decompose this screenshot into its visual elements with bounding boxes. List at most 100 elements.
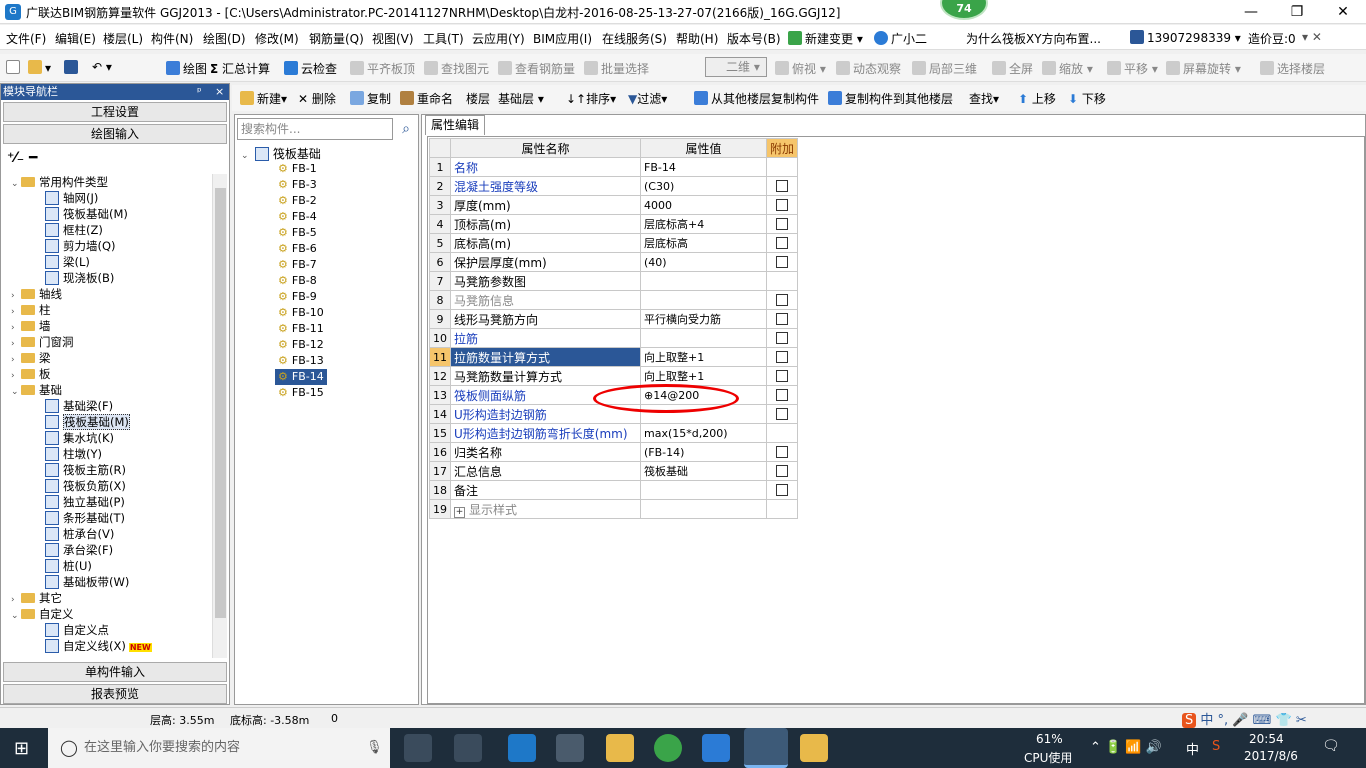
- menu-help[interactable]: 帮助(H): [676, 30, 718, 47]
- property-name[interactable]: 马凳筋参数图: [450, 271, 641, 291]
- menu-component[interactable]: 构件(N): [151, 30, 193, 47]
- report-preview-button[interactable]: 报表预览: [3, 684, 227, 704]
- windows-start-icon[interactable]: ⊞: [14, 738, 29, 759]
- extra-checkbox[interactable]: [776, 199, 788, 211]
- ime-indicator[interactable]: 中: [1186, 739, 1199, 758]
- menu-bim[interactable]: BIM应用(I): [533, 30, 592, 47]
- property-row[interactable]: 19 + 显示样式: [429, 499, 799, 519]
- green-app-icon[interactable]: [654, 734, 682, 762]
- tree-item[interactable]: 框柱(Z): [45, 222, 103, 238]
- property-name[interactable]: U形构造封边钢筋弯折长度(mm): [450, 423, 641, 443]
- store-icon[interactable]: [556, 734, 584, 762]
- tree-item[interactable]: › 墙: [11, 318, 51, 334]
- pan-button[interactable]: 平移 ▾: [1107, 60, 1158, 77]
- component-list-item[interactable]: ⚙ FB-2: [275, 193, 320, 209]
- property-name[interactable]: 马凳筋数量计算方式: [450, 366, 641, 386]
- menu-cloud[interactable]: 云应用(Y): [472, 30, 525, 47]
- tree-item[interactable]: ⌄ 自定义: [11, 606, 74, 622]
- property-value[interactable]: 平行横向受力筋: [640, 309, 767, 329]
- property-value[interactable]: (C30): [640, 176, 767, 196]
- menu-rebar-qty[interactable]: 钢筋量(Q): [309, 30, 364, 47]
- select-floor-button[interactable]: 选择楼层: [1260, 60, 1325, 77]
- extra-checkbox[interactable]: [776, 218, 788, 230]
- component-list-item[interactable]: ⚙ FB-15: [275, 385, 327, 401]
- tree-item[interactable]: › 柱: [11, 302, 51, 318]
- property-value[interactable]: (FB-14): [640, 442, 767, 462]
- property-row[interactable]: 3 厚度(mm) 4000: [429, 195, 799, 215]
- filter-button[interactable]: ▼过滤▾: [628, 90, 667, 107]
- dynamic-view-button[interactable]: 动态观察: [836, 60, 901, 77]
- tree-item[interactable]: 柱墩(Y): [45, 446, 102, 462]
- cloud-check-button[interactable]: 云检查: [284, 60, 337, 77]
- component-list-item[interactable]: ⚙ FB-1: [275, 161, 320, 177]
- property-row[interactable]: 9 线形马凳筋方向 平行横向受力筋: [429, 309, 799, 329]
- expand-icon[interactable]: ⌄: [11, 384, 21, 400]
- extra-checkbox[interactable]: [776, 408, 788, 420]
- move-up-button[interactable]: ⬆ 上移: [1018, 90, 1056, 107]
- fullscreen-button[interactable]: 全屏: [992, 60, 1033, 77]
- extra-checkbox[interactable]: [776, 332, 788, 344]
- taskbar-search-box[interactable]: ◯ 在这里输入你要搜索的内容 🎙: [48, 728, 390, 768]
- property-name[interactable]: 底标高(m): [450, 233, 641, 253]
- extra-checkbox[interactable]: [776, 484, 788, 496]
- component-list-item[interactable]: ⚙ FB-9: [275, 289, 320, 305]
- list-root[interactable]: ⌄ 筏板基础: [241, 145, 321, 162]
- property-row[interactable]: 1 名称 FB-14: [429, 157, 799, 177]
- extra-checkbox[interactable]: [776, 351, 788, 363]
- tree-item[interactable]: › 板: [11, 366, 51, 382]
- tree-item[interactable]: ⌄ 基础: [11, 382, 62, 398]
- extra-checkbox[interactable]: [776, 465, 788, 477]
- property-value[interactable]: [640, 480, 767, 500]
- property-name[interactable]: 顶标高(m): [450, 214, 641, 234]
- floor-select[interactable]: 基础层 ▾: [498, 90, 544, 107]
- extra-checkbox[interactable]: [776, 237, 788, 249]
- menu-tools[interactable]: 工具(T): [423, 30, 464, 47]
- menu-online[interactable]: 在线服务(S): [602, 30, 667, 47]
- property-value[interactable]: 4000: [640, 195, 767, 215]
- tree-item[interactable]: 筏板基础(M): [45, 206, 128, 222]
- tree-item[interactable]: 基础梁(F): [45, 398, 113, 414]
- nav-close-icon[interactable]: ×: [215, 84, 224, 100]
- property-row[interactable]: 7 马凳筋参数图: [429, 271, 799, 291]
- tree-item[interactable]: 基础板带(W): [45, 574, 129, 590]
- property-value[interactable]: [640, 328, 767, 348]
- property-name[interactable]: 名称: [450, 157, 641, 177]
- property-row[interactable]: 15 U形构造封边钢筋弯折长度(mm) max(15*d,200): [429, 423, 799, 443]
- copy-button[interactable]: 复制: [350, 90, 391, 107]
- file-explorer-icon[interactable]: [606, 734, 634, 762]
- component-list-item[interactable]: ⚙ FB-6: [275, 241, 320, 257]
- property-value[interactable]: [640, 499, 767, 519]
- notes-app-icon[interactable]: [800, 734, 828, 762]
- menu-file[interactable]: 文件(F): [6, 30, 46, 47]
- tree-item[interactable]: › 梁: [11, 350, 51, 366]
- property-row[interactable]: 8 马凳筋信息: [429, 290, 799, 310]
- project-settings-button[interactable]: 工程设置: [3, 102, 227, 122]
- browser-icon[interactable]: [454, 734, 482, 762]
- extra-checkbox[interactable]: [776, 389, 788, 401]
- menu-overflow-icon[interactable]: ▾ ✕: [1302, 30, 1322, 44]
- tree-item[interactable]: 承台梁(F): [45, 542, 113, 558]
- expand-icon[interactable]: ⌄: [11, 608, 21, 624]
- property-name[interactable]: + 显示样式: [450, 499, 641, 519]
- property-value[interactable]: 向上取整+1: [640, 347, 767, 367]
- menu-modify[interactable]: 修改(M): [255, 30, 299, 47]
- menu-version[interactable]: 版本号(B): [727, 30, 781, 47]
- search-icon[interactable]: ⌕: [395, 118, 417, 140]
- find-button[interactable]: 查找▾: [969, 90, 999, 107]
- tree-item[interactable]: › 轴线: [11, 286, 62, 302]
- copy-from-floor-button[interactable]: 从其他楼层复制构件: [694, 90, 819, 107]
- component-list-item[interactable]: ⚙ FB-4: [275, 209, 320, 225]
- property-row[interactable]: 16 归类名称 (FB-14): [429, 442, 799, 462]
- screen-rotate-button[interactable]: 屏幕旋转 ▾: [1166, 60, 1241, 77]
- tree-item[interactable]: › 门窗洞: [11, 334, 74, 350]
- extra-checkbox[interactable]: [776, 313, 788, 325]
- property-row[interactable]: 10 拉筋: [429, 328, 799, 348]
- property-value[interactable]: 层底标高: [640, 233, 767, 253]
- property-name[interactable]: 混凝土强度等级: [450, 176, 641, 196]
- save-icon[interactable]: [64, 60, 81, 75]
- maximize-button[interactable]: ❐: [1274, 0, 1320, 24]
- sogou-tray-icon[interactable]: S: [1212, 739, 1220, 754]
- tree-item[interactable]: › 其它: [11, 590, 62, 606]
- component-list-item[interactable]: ⚙ FB-12: [275, 337, 327, 353]
- property-value[interactable]: [640, 271, 767, 291]
